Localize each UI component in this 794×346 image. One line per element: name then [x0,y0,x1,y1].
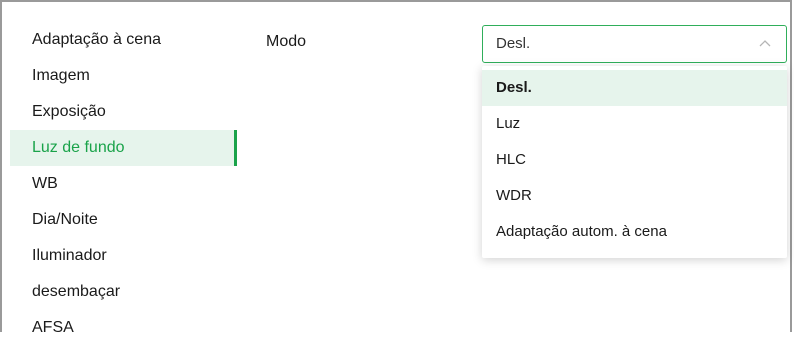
settings-panel: Adaptação à cena Imagem Exposição Luz de… [0,0,792,336]
mode-dropdown-menu: Desl. Luz HLC WDR Adaptação autom. à cen… [482,66,787,258]
mode-select[interactable]: Desl. [482,25,787,63]
sidebar-item-iluminador[interactable]: Iluminador [10,238,237,274]
mode-option-luz[interactable]: Luz [482,106,787,142]
sidebar-item-exposicao[interactable]: Exposição [10,94,237,130]
mode-option-hlc[interactable]: HLC [482,142,787,178]
sidebar-item-imagem[interactable]: Imagem [10,58,237,94]
sidebar-item-desembacar[interactable]: desembaçar [10,274,237,310]
mode-label: Modo [266,33,307,50]
sidebar-item-wb[interactable]: WB [10,166,237,202]
sidebar-menu: Adaptação à cena Imagem Exposição Luz de… [10,22,237,346]
chevron-up-icon [759,40,771,47]
mode-option-desl[interactable]: Desl. [482,70,787,106]
sidebar-item-luz-de-fundo[interactable]: Luz de fundo [10,130,237,166]
sidebar-item-afsa[interactable]: AFSA [10,310,237,346]
sidebar-item-dia-noite[interactable]: Dia/Noite [10,202,237,238]
mode-option-wdr[interactable]: WDR [482,178,787,214]
mode-select-value: Desl. [496,35,531,52]
sidebar-item-adaptacao-a-cena[interactable]: Adaptação à cena [10,22,237,58]
mode-option-adaptacao-autom[interactable]: Adaptação autom. à cena [482,214,787,250]
